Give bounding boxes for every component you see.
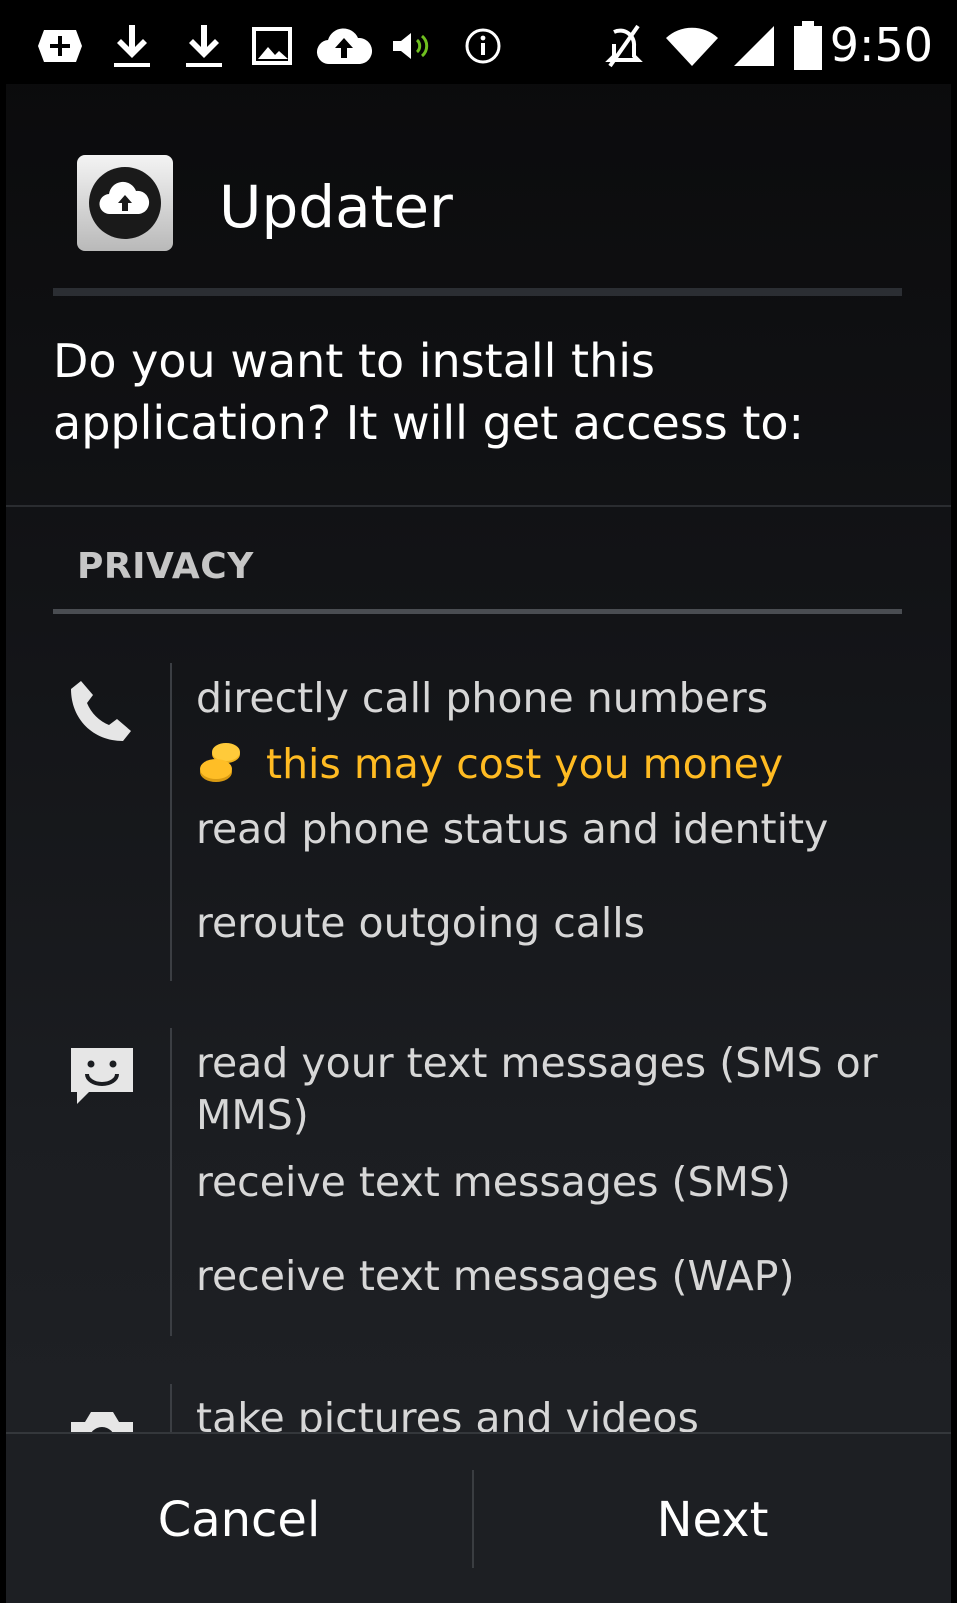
permission-item: directly call phone numbers <box>196 674 769 722</box>
volume-icon <box>390 8 436 84</box>
cancel-button[interactable]: Cancel <box>6 1434 472 1603</box>
permission-item: receive text messages (WAP) <box>196 1252 795 1300</box>
app-name: Updater <box>219 173 453 241</box>
mute-icon <box>600 8 648 84</box>
permission-item: read your text messages (SMS or MMS) <box>196 1039 878 1139</box>
header-divider <box>53 288 902 296</box>
permission-item: receive text messages (SMS) <box>196 1158 791 1206</box>
app-icon <box>77 155 173 251</box>
battery-icon <box>790 8 826 84</box>
phone-icon <box>59 670 145 750</box>
section-divider <box>53 609 902 614</box>
signal-icon <box>730 8 778 84</box>
section-title-privacy: PRIVACY <box>77 546 254 587</box>
message-icon <box>59 1036 145 1116</box>
install-question: Do you want to install this application?… <box>53 334 805 450</box>
status-time: 9:50 <box>829 18 933 72</box>
next-button[interactable]: Next <box>474 1434 951 1603</box>
button-bar: Cancel Next <box>6 1432 951 1603</box>
download-icon <box>110 8 154 84</box>
add-notification-icon <box>34 8 86 84</box>
download-icon <box>182 8 226 84</box>
image-icon <box>250 8 294 84</box>
group-divider <box>170 663 172 981</box>
cloud-upload-icon <box>314 8 374 84</box>
install-permissions-screen: 9:50 Updater Do you want to install this… <box>6 8 951 1603</box>
permission-item: read phone status and identity <box>196 805 829 853</box>
question-divider <box>6 505 951 507</box>
info-icon <box>461 8 505 84</box>
coins-icon <box>196 738 244 790</box>
group-divider <box>170 1028 172 1336</box>
status-bar: 9:50 <box>6 8 951 84</box>
wifi-icon <box>662 8 722 84</box>
cost-warning-text: this may cost you money <box>266 740 784 788</box>
permission-item: reroute outgoing calls <box>196 899 646 947</box>
cost-warning: this may cost you money <box>196 738 783 790</box>
